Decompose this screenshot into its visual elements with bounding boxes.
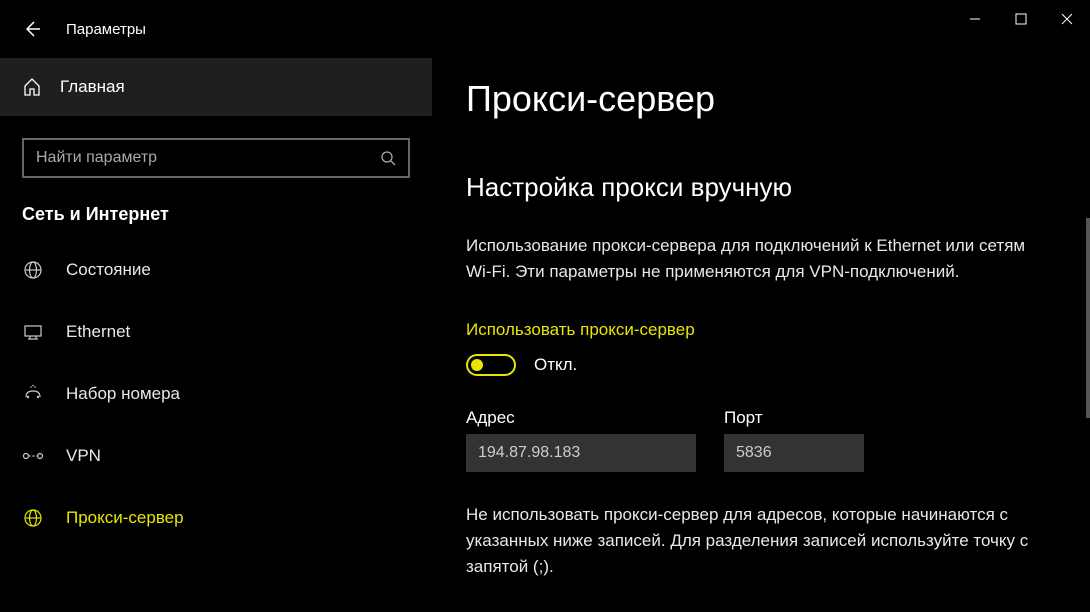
sidebar-home[interactable]: Главная — [0, 58, 432, 116]
sidebar-item-label: Ethernet — [66, 322, 130, 342]
home-icon — [22, 77, 42, 97]
vpn-icon — [22, 446, 44, 466]
back-button[interactable] — [8, 5, 56, 53]
toggle-knob — [471, 359, 483, 371]
proxy-toggle[interactable] — [466, 354, 516, 376]
content-pane: Прокси-сервер Настройка прокси вручную И… — [432, 58, 1090, 612]
minimize-button[interactable] — [952, 0, 998, 38]
sidebar-item-status[interactable]: Состояние — [0, 239, 432, 301]
exclude-description: Не использовать прокси-сервер для адресо… — [466, 502, 1046, 581]
sidebar-item-label: VPN — [66, 446, 101, 466]
dialup-icon — [23, 384, 43, 404]
port-label: Порт — [724, 408, 864, 428]
minimize-icon — [969, 13, 981, 25]
app-title: Параметры — [66, 21, 146, 38]
sidebar-item-label: Набор номера — [66, 384, 180, 404]
sidebar-item-proxy[interactable]: Прокси-сервер — [0, 487, 432, 549]
sidebar-item-label: Состояние — [66, 260, 151, 280]
sidebar-category: Сеть и Интернет — [0, 196, 432, 239]
section-description: Использование прокси-сервера для подключ… — [466, 233, 1046, 286]
sidebar-home-label: Главная — [60, 77, 125, 97]
port-input[interactable] — [724, 434, 864, 472]
maximize-icon — [1015, 13, 1027, 25]
address-input[interactable] — [466, 434, 696, 472]
sidebar-item-vpn[interactable]: VPN — [0, 425, 432, 487]
toggle-state: Откл. — [534, 355, 577, 375]
search-input[interactable] — [36, 149, 372, 167]
search-box[interactable] — [22, 138, 410, 178]
sidebar-item-ethernet[interactable]: Ethernet — [0, 301, 432, 363]
close-icon — [1061, 13, 1073, 25]
sidebar-item-dialup[interactable]: Набор номера — [0, 363, 432, 425]
globe-icon — [23, 260, 43, 280]
sidebar: Главная Сеть и Интернет — [0, 58, 432, 612]
arrow-left-icon — [22, 19, 42, 39]
address-label: Адрес — [466, 408, 696, 428]
close-button[interactable] — [1044, 0, 1090, 38]
globe-icon — [23, 508, 43, 528]
maximize-button[interactable] — [998, 0, 1044, 38]
toggle-label: Использовать прокси-сервер — [466, 320, 1050, 340]
section-title: Настройка прокси вручную — [466, 172, 1050, 203]
scrollbar[interactable] — [1086, 218, 1090, 418]
sidebar-item-label: Прокси-сервер — [66, 508, 184, 528]
page-title: Прокси-сервер — [466, 78, 1050, 120]
search-icon — [380, 150, 396, 166]
ethernet-icon — [23, 322, 43, 342]
